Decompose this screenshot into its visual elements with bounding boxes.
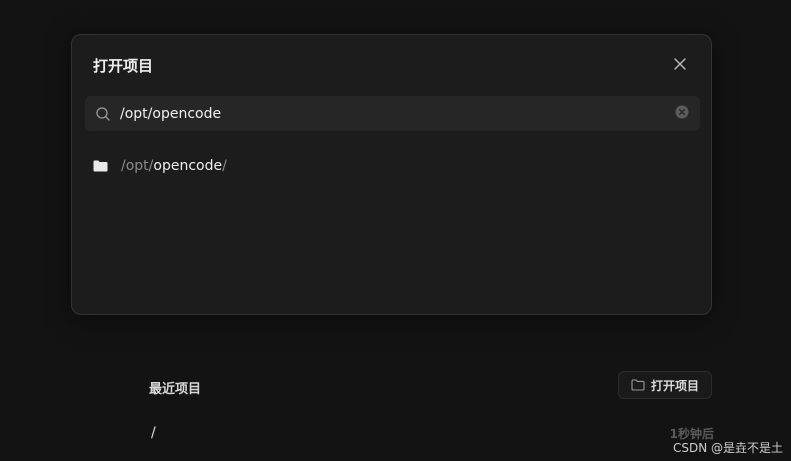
folder-outline-icon bbox=[631, 379, 645, 391]
recent-project-item[interactable]: / 1秒钟后 bbox=[149, 422, 714, 444]
result-path-name: opencode bbox=[153, 158, 223, 174]
recent-project-path: / bbox=[151, 425, 156, 441]
dialog-title: 打开项目 bbox=[93, 57, 154, 75]
open-project-button[interactable]: 打开项目 bbox=[618, 371, 712, 399]
result-path: /opt/opencode/ bbox=[121, 158, 227, 174]
result-path-suffix: / bbox=[222, 158, 227, 174]
close-icon bbox=[673, 56, 687, 75]
watermark: CSDN @是垚不是土 bbox=[672, 441, 783, 455]
search-icon bbox=[95, 106, 111, 122]
close-button[interactable] bbox=[670, 55, 690, 75]
clear-search-button[interactable] bbox=[674, 104, 690, 123]
result-item[interactable]: /opt/opencode/ bbox=[85, 152, 700, 180]
recent-projects-title: 最近项目 bbox=[149, 382, 202, 397]
clear-circle-icon bbox=[675, 104, 689, 123]
app-window: 最近项目 打开项目 / 1秒钟后 CSDN @是垚不是土 打开项目 /opt/o… bbox=[0, 0, 791, 461]
result-path-prefix: /opt/ bbox=[121, 158, 154, 174]
search-input[interactable] bbox=[120, 96, 674, 131]
search-box bbox=[85, 96, 700, 131]
open-project-dialog: 打开项目 /opt/opencode /opt/opencode/ bbox=[71, 34, 712, 315]
folder-icon bbox=[93, 159, 109, 173]
open-project-button-label: 打开项目 bbox=[650, 378, 699, 393]
